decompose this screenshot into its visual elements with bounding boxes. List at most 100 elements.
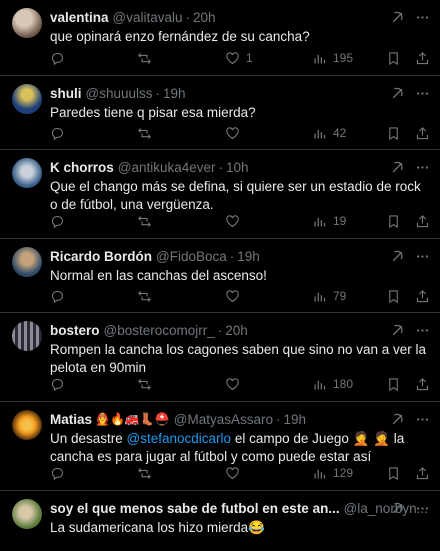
views-icon — [314, 217, 326, 226]
heart-icon — [226, 126, 239, 139]
views-button[interactable]: 19 — [312, 214, 346, 229]
like-button[interactable] — [225, 289, 246, 304]
reply-tweet[interactable]: Ricardo Bordón @FidoBoca · 19h Normal en… — [0, 239, 440, 313]
reply-tweet[interactable]: K chorros @antikuka4ever · 10h Que el ch… — [0, 150, 440, 239]
bookmark-icon[interactable] — [386, 466, 401, 481]
timestamp[interactable]: 19h — [283, 412, 306, 427]
reply-tweet[interactable]: Matias 👨‍🚒🔥🚒👢⛑️ @MatyasAssaro · 19h Un d… — [0, 402, 440, 491]
views-button[interactable]: 129 — [312, 466, 353, 481]
reply-button[interactable] — [50, 126, 71, 141]
views-button[interactable]: 79 — [312, 289, 346, 304]
avatar[interactable] — [12, 84, 42, 114]
display-name[interactable]: valentina — [50, 10, 109, 25]
retweet-button[interactable] — [137, 289, 158, 304]
avatar[interactable] — [12, 158, 42, 188]
user-handle[interactable]: @bosterocomojrr_ — [104, 323, 215, 338]
separator-dot: · — [155, 85, 161, 101]
bookmark-icon[interactable] — [386, 214, 401, 229]
retweet-icon — [138, 467, 151, 479]
timestamp[interactable]: 20h — [193, 10, 216, 25]
reply-icon — [51, 215, 64, 228]
share-icon[interactable] — [415, 51, 430, 66]
tweet-header: Matias 👨‍🚒🔥🚒👢⛑️ @MatyasAssaro · 19h — [50, 410, 430, 428]
reply-button[interactable] — [50, 466, 71, 481]
display-name[interactable]: Ricardo Bordón — [50, 249, 152, 264]
display-name[interactable]: shuli — [50, 86, 82, 101]
retweet-button[interactable] — [137, 51, 158, 66]
grok-icon[interactable] — [390, 323, 405, 338]
mention-link[interactable]: @stefanocdicarlo — [127, 431, 232, 446]
reply-icon — [51, 378, 64, 391]
timestamp[interactable]: 19h — [163, 86, 186, 101]
retweet-button[interactable] — [137, 214, 158, 229]
share-icon[interactable] — [415, 377, 430, 392]
reply-tweet[interactable]: valentina @valitavalu · 20h que opinará … — [0, 0, 440, 76]
tweet-text: La sudamericana los hizo mierda😂 — [50, 520, 265, 535]
reply-button[interactable] — [50, 51, 71, 66]
grok-icon[interactable] — [390, 10, 405, 25]
text-part: Un desastre — [50, 431, 127, 446]
user-handle[interactable]: @shuuulss — [86, 86, 153, 101]
display-name[interactable]: bostero — [50, 323, 100, 338]
like-button[interactable] — [225, 214, 246, 229]
reply-tweet[interactable]: bostero @bosterocomojrr_ · 20h Rompen la… — [0, 313, 440, 402]
more-icon[interactable] — [415, 86, 430, 101]
like-button[interactable] — [225, 466, 246, 481]
display-name[interactable]: Matias — [50, 412, 92, 427]
share-icon[interactable] — [415, 289, 430, 304]
separator-dot: · — [217, 322, 223, 338]
more-icon[interactable] — [415, 412, 430, 427]
share-icon[interactable] — [415, 126, 430, 141]
avatar[interactable] — [12, 499, 42, 529]
retweet-button[interactable] — [137, 126, 158, 141]
views-button[interactable]: 180 — [312, 377, 353, 392]
more-icon[interactable] — [415, 160, 430, 175]
user-handle[interactable]: @antikuka4ever — [118, 160, 216, 175]
reply-button[interactable] — [50, 289, 71, 304]
retweet-button[interactable] — [137, 377, 158, 392]
reply-button[interactable] — [50, 214, 71, 229]
like-button[interactable]: 1 — [225, 51, 253, 66]
retweet-button[interactable] — [137, 466, 158, 481]
tweet-header: bostero @bosterocomojrr_ · 20h — [50, 321, 430, 339]
avatar[interactable] — [12, 410, 42, 440]
grok-icon[interactable] — [390, 412, 405, 427]
timestamp[interactable]: 10h — [226, 160, 249, 175]
bookmark-icon[interactable] — [386, 377, 401, 392]
bookmark-icon[interactable] — [386, 51, 401, 66]
more-icon[interactable] — [415, 249, 430, 264]
views-button[interactable]: 42 — [312, 126, 346, 141]
grok-icon[interactable] — [390, 249, 405, 264]
user-handle[interactable]: @MatyasAssaro — [174, 412, 273, 427]
more-icon[interactable] — [415, 323, 430, 338]
grok-icon[interactable] — [390, 86, 405, 101]
grok-icon[interactable] — [390, 160, 405, 175]
reply-tweet[interactable]: shuli @shuuulss · 19h Paredes tiene q pi… — [0, 76, 440, 150]
views-icon — [314, 292, 326, 301]
display-name[interactable]: K chorros — [50, 160, 114, 175]
more-icon[interactable] — [415, 501, 430, 516]
like-button[interactable] — [225, 377, 246, 392]
retweet-icon — [138, 127, 151, 139]
avatar[interactable] — [12, 321, 42, 351]
timestamp[interactable]: 20h — [225, 323, 248, 338]
like-button[interactable] — [225, 126, 246, 141]
reply-icon — [51, 467, 64, 480]
user-handle[interactable]: @FidoBoca — [156, 249, 227, 264]
reply-tweet[interactable]: soy el que menos sabe de futbol en este … — [0, 491, 440, 551]
share-icon[interactable] — [415, 466, 430, 481]
views-button[interactable]: 195 — [312, 51, 353, 66]
grok-icon[interactable] — [390, 501, 405, 516]
tweet-header: Ricardo Bordón @FidoBoca · 19h — [50, 247, 430, 265]
bookmark-icon[interactable] — [386, 289, 401, 304]
reply-button[interactable] — [50, 377, 71, 392]
share-icon[interactable] — [415, 214, 430, 229]
avatar[interactable] — [12, 8, 42, 38]
avatar[interactable] — [12, 247, 42, 277]
timestamp[interactable]: 19h — [237, 249, 260, 264]
tweet-header: shuli @shuuulss · 19h — [50, 84, 430, 102]
more-icon[interactable] — [415, 10, 430, 25]
user-handle[interactable]: @valitavalu — [113, 10, 183, 25]
bookmark-icon[interactable] — [386, 126, 401, 141]
display-name[interactable]: soy el que menos sabe de futbol en este … — [50, 501, 340, 516]
